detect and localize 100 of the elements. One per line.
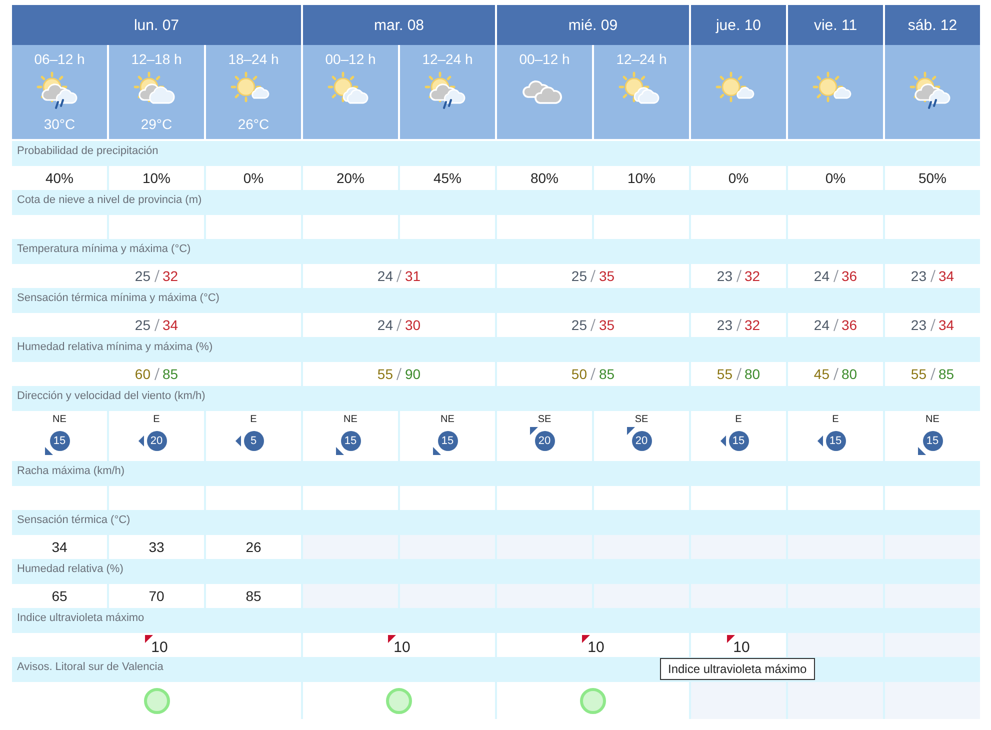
separator-slash — [930, 367, 936, 381]
wind-direction: NE — [440, 414, 454, 425]
day-header: sáb. 12 — [885, 5, 980, 45]
max-value: 34 — [162, 317, 178, 333]
separator-slash — [832, 318, 838, 332]
separator-slash — [154, 367, 160, 381]
wind-direction: NE — [344, 414, 358, 425]
day-header: mié. 09 — [497, 5, 689, 45]
wind-speed-badge: 15 — [728, 431, 748, 451]
row-label: Cota de nieve a nivel de provincia (m) — [17, 194, 202, 206]
min-value: 60 — [134, 366, 150, 382]
wind-speed-badge: 15 — [826, 431, 846, 451]
max-value: 36 — [842, 317, 858, 333]
min-value: 25 — [571, 268, 587, 284]
wind-arrow-icon — [432, 447, 440, 455]
separator-slash — [736, 318, 742, 332]
row-label: Racha máxima (km/h) — [17, 465, 125, 477]
separator-slash — [396, 318, 402, 332]
separator-slash — [590, 269, 596, 283]
uv-value: 10 — [151, 638, 168, 656]
min-value: 55 — [910, 366, 926, 382]
wind-arrow-icon — [44, 447, 52, 455]
period-label: 00–12 h — [519, 51, 570, 67]
max-value: 32 — [744, 268, 760, 284]
wind-direction: NE — [926, 414, 940, 425]
flag-icon — [388, 634, 396, 642]
wind-speed-badge: 20 — [534, 431, 554, 451]
day-header: jue. 10 — [691, 5, 786, 45]
row-label: Sensación térmica mínima y máxima (°C) — [17, 292, 220, 304]
min-value: 55 — [716, 366, 732, 382]
period-label: 12–24 h — [422, 51, 473, 67]
min-value: 45 — [814, 366, 830, 382]
max-value: 85 — [938, 366, 954, 382]
flag-icon — [582, 634, 590, 642]
wind-speed-badge: 20 — [146, 431, 166, 451]
max-value: 90 — [405, 366, 421, 382]
min-value: 23 — [716, 268, 732, 284]
separator-slash — [154, 318, 160, 332]
table-cell: 10% — [109, 166, 204, 190]
period-label: 12–24 h — [616, 51, 667, 67]
table-cell: 65 — [12, 584, 107, 608]
table-cell: 33 — [109, 535, 204, 559]
table-cell: 40% — [12, 166, 107, 190]
row-label: Dirección y velocidad del viento (km/h) — [17, 390, 206, 402]
table-cell: 10% — [594, 166, 689, 190]
min-value: 23 — [910, 317, 926, 333]
separator-slash — [736, 269, 742, 283]
max-value: 80 — [744, 366, 760, 382]
wind-direction: E — [735, 414, 742, 425]
min-value: 25 — [134, 268, 150, 284]
table-cell: 80% — [497, 166, 592, 190]
period-label: 12–18 h — [131, 51, 182, 67]
separator-slash — [736, 367, 742, 381]
separator-slash — [590, 367, 596, 381]
row-label: Sensación térmica (°C) — [17, 514, 130, 526]
day-header: mar. 08 — [303, 5, 495, 45]
temperature: 29°C — [140, 116, 172, 132]
min-value: 50 — [571, 366, 587, 382]
min-value: 25 — [571, 317, 587, 333]
wind-direction: E — [832, 414, 839, 425]
flag-icon — [727, 634, 736, 642]
max-value: 31 — [405, 268, 421, 284]
wind-speed-badge: 15 — [50, 431, 70, 451]
period-label: 00–12 h — [325, 51, 376, 67]
wind-direction: SE — [538, 414, 552, 425]
max-value: 34 — [938, 268, 954, 284]
min-value: 24 — [377, 268, 393, 284]
max-value: 85 — [162, 366, 178, 382]
day-header: vie. 11 — [788, 5, 883, 45]
period-label: 06–12 h — [34, 51, 85, 67]
wind-direction: NE — [52, 414, 66, 425]
separator-slash — [930, 269, 936, 283]
wind-direction: E — [250, 414, 257, 425]
separator-slash — [832, 269, 838, 283]
max-value: 80 — [842, 366, 858, 382]
wind-speed-badge: 20 — [632, 431, 652, 451]
table-cell: 50% — [885, 166, 980, 190]
wind-speed-badge: 15 — [438, 431, 458, 451]
separator-slash — [396, 269, 402, 283]
wind-arrow-icon — [530, 427, 538, 435]
max-value: 35 — [599, 317, 615, 333]
min-value: 25 — [134, 317, 150, 333]
wind-arrow-icon — [336, 447, 344, 455]
row-label: Humedad relativa mínima y máxima (%) — [17, 341, 213, 353]
min-value: 24 — [814, 268, 830, 284]
max-value: 32 — [162, 268, 178, 284]
row-label: Temperatura mínima y máxima (°C) — [17, 243, 191, 255]
wind-speed-badge: 15 — [922, 431, 942, 451]
max-value: 36 — [842, 268, 858, 284]
separator-slash — [590, 318, 596, 332]
period-label: 18–24 h — [228, 51, 279, 67]
max-value: 30 — [405, 317, 421, 333]
wind-direction: E — [153, 414, 160, 425]
temperature: 30°C — [44, 116, 76, 132]
separator-slash — [154, 269, 160, 283]
row-label: Avisos. Litoral sur de Valencia — [17, 661, 164, 673]
tooltip: Indice ultravioleta máximo — [660, 658, 815, 680]
min-value: 24 — [814, 317, 830, 333]
row-label: Indice ultravioleta máximo — [17, 612, 144, 624]
day-header: lun. 07 — [12, 5, 301, 45]
